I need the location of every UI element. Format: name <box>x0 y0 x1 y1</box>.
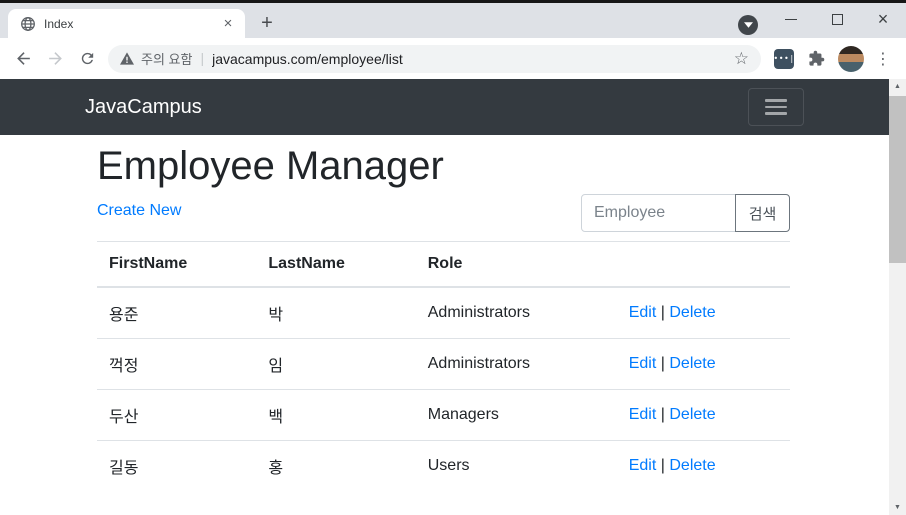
employee-table: FirstName LastName Role 용준 박 Administrat… <box>97 241 790 491</box>
cell-lastname: 홍 <box>256 441 415 492</box>
tab-title: Index <box>44 17 219 31</box>
scroll-down-icon[interactable]: ▼ <box>889 500 906 515</box>
cell-role: Administrators <box>416 287 617 339</box>
maximize-button[interactable] <box>814 3 860 36</box>
security-warning-label: 주의 요함 <box>141 49 192 68</box>
cell-firstname: 용준 <box>97 287 256 339</box>
header-lastname: LastName <box>256 242 415 288</box>
action-separator: | <box>661 304 665 321</box>
create-new-link[interactable]: Create New <box>97 194 181 220</box>
minimize-button[interactable] <box>768 3 814 36</box>
scrollbar-thumb[interactable] <box>889 96 906 263</box>
browser-toolbar: 주의 요함 | javacampus.com/employee/list ☆ •… <box>0 38 906 79</box>
url-separator: | <box>200 50 204 66</box>
cell-actions: Edit | Delete <box>617 339 790 390</box>
edit-link[interactable]: Edit <box>629 406 657 423</box>
cell-lastname: 박 <box>256 287 415 339</box>
action-separator: | <box>661 457 665 474</box>
edit-link[interactable]: Edit <box>629 457 657 474</box>
forward-icon[interactable] <box>39 43 71 75</box>
password-extension-icon[interactable]: •••| <box>774 49 794 69</box>
cell-actions: Edit | Delete <box>617 441 790 492</box>
tab-close-icon[interactable]: × <box>219 15 237 33</box>
table-row: 용준 박 Administrators Edit | Delete <box>97 287 790 339</box>
reload-icon[interactable] <box>71 43 103 75</box>
search-group: 검색 <box>581 194 790 232</box>
table-header-row: FirstName LastName Role <box>97 242 790 288</box>
cell-lastname: 백 <box>256 390 415 441</box>
browser-tab[interactable]: Index × <box>8 9 245 38</box>
cell-role: Administrators <box>416 339 617 390</box>
search-button[interactable]: 검색 <box>735 194 790 232</box>
header-firstname: FirstName <box>97 242 256 288</box>
browser-window: Index × + × 주의 요함 | javacampus. <box>0 0 906 515</box>
edit-link[interactable]: Edit <box>629 355 657 372</box>
extensions-puzzle-icon[interactable] <box>808 50 825 67</box>
page-scrollbar[interactable]: ▲ ▼ <box>889 79 906 515</box>
cell-actions: Edit | Delete <box>617 287 790 339</box>
bookmark-star-icon[interactable]: ☆ <box>734 49 749 69</box>
header-role: Role <box>416 242 617 288</box>
brand-link[interactable]: JavaCampus <box>85 96 202 119</box>
table-row: 꺽정 임 Administrators Edit | Delete <box>97 339 790 390</box>
page-body: Employee Manager Create New 검색 FirstName… <box>0 135 906 515</box>
scroll-up-icon[interactable]: ▲ <box>889 79 906 94</box>
action-separator: | <box>661 406 665 423</box>
table-row: 두산 백 Managers Edit | Delete <box>97 390 790 441</box>
cell-firstname: 꺽정 <box>97 339 256 390</box>
action-separator: | <box>661 355 665 372</box>
window-controls: × <box>768 3 906 36</box>
navbar-toggler-button[interactable] <box>748 88 804 126</box>
delete-link[interactable]: Delete <box>669 355 715 372</box>
tab-strip: Index × + × <box>0 3 906 38</box>
cell-firstname: 두산 <box>97 390 256 441</box>
site-navbar: JavaCampus <box>0 79 906 135</box>
url-text[interactable]: javacampus.com/employee/list <box>212 51 726 67</box>
globe-icon <box>20 16 36 32</box>
new-tab-button[interactable]: + <box>254 11 280 35</box>
back-icon[interactable] <box>7 43 39 75</box>
chevron-down-badge[interactable] <box>738 15 758 35</box>
close-button[interactable]: × <box>860 3 906 36</box>
hamburger-icon <box>765 99 787 102</box>
cell-lastname: 임 <box>256 339 415 390</box>
profile-avatar[interactable] <box>838 46 864 72</box>
page-title: Employee Manager <box>97 135 790 190</box>
warning-icon[interactable] <box>120 52 134 65</box>
delete-link[interactable]: Delete <box>669 406 715 423</box>
address-bar[interactable]: 주의 요함 | javacampus.com/employee/list ☆ <box>108 45 761 73</box>
table-row: 길동 홍 Users Edit | Delete <box>97 441 790 492</box>
cell-firstname: 길동 <box>97 441 256 492</box>
edit-link[interactable]: Edit <box>629 304 657 321</box>
cell-role: Users <box>416 441 617 492</box>
cell-actions: Edit | Delete <box>617 390 790 441</box>
delete-link[interactable]: Delete <box>669 304 715 321</box>
delete-link[interactable]: Delete <box>669 457 715 474</box>
search-input[interactable] <box>581 194 736 232</box>
browser-menu-icon[interactable]: ⋮ <box>875 49 891 69</box>
cell-role: Managers <box>416 390 617 441</box>
